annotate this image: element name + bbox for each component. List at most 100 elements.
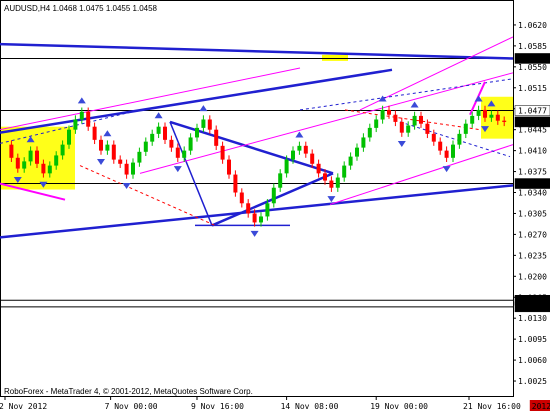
- candle-body-13: [86, 111, 91, 127]
- candle-body-73: [470, 115, 475, 124]
- candle-body-47: [303, 145, 308, 154]
- candle-body-2: [15, 157, 20, 169]
- candle-body-10: [67, 129, 71, 145]
- candle-body-30: [195, 127, 199, 138]
- candle-body-37: [239, 192, 244, 204]
- candle-body-62: [399, 121, 404, 133]
- candle-body-58: [374, 119, 379, 128]
- candle-body-40: [259, 216, 263, 223]
- price-label-2: 1.0458: [518, 118, 547, 127]
- candle-body-46: [297, 145, 302, 151]
- candle-body-54: [348, 156, 353, 166]
- candle-body-56: [361, 137, 366, 148]
- candle-body-29: [188, 137, 193, 151]
- y-tick-label-15: 1.0095: [518, 335, 547, 344]
- candle-body-17: [111, 144, 116, 160]
- candle-body-60: [387, 109, 391, 115]
- price-label-3: 1.0355: [518, 180, 547, 189]
- candle-body-55: [355, 147, 359, 157]
- candle-body-3: [22, 161, 27, 169]
- candle-body-78: [502, 120, 507, 122]
- copyright-footer: RoboForex - MetaTrader 4, © 2001-2012, M…: [4, 387, 253, 396]
- candle-body-49: [316, 163, 321, 174]
- candle-body-7: [47, 165, 52, 174]
- candle-body-33: [214, 129, 219, 146]
- candle-body-32: [207, 119, 212, 130]
- candle-body-18: [118, 159, 123, 164]
- candle-body-77: [495, 114, 500, 121]
- y-tick-label-9: 1.0305: [518, 209, 547, 218]
- x-tick-label-1: 7 Nov 00:00: [105, 402, 158, 411]
- candle-body-71: [457, 133, 462, 145]
- candle-body-43: [278, 173, 283, 188]
- y-tick-label-11: 1.0235: [518, 251, 547, 260]
- y-tick-label-10: 1.0270: [518, 230, 547, 239]
- candle-body-22: [143, 141, 148, 152]
- candle-body-76: [489, 114, 494, 118]
- chart-canvas: AUDUSD,H4 1.0468 1.0475 1.0455 1.0458 1.…: [0, 0, 550, 413]
- x-tick-label-6: 2012.11.27 08:00: [532, 402, 550, 411]
- price-label-1: 1.0477: [518, 107, 547, 116]
- y-tick-label-16: 1.0060: [518, 356, 547, 365]
- candle-body-72: [463, 123, 468, 134]
- y-tick-label-2: 1.0550: [518, 63, 547, 72]
- candle-body-8: [54, 155, 59, 166]
- candle-body-59: [380, 109, 385, 120]
- candle-body-52: [335, 177, 340, 188]
- candle-body-4: [28, 150, 33, 162]
- candle-body-63: [406, 125, 411, 133]
- candle-body-34: [220, 145, 225, 160]
- price-label-5: 1.0149: [518, 303, 547, 312]
- y-tick-label-14: 1.0130: [518, 314, 547, 323]
- candle-body-45: [291, 150, 295, 160]
- y-tick-label-8: 1.0340: [518, 189, 547, 198]
- y-tick-label-7: 1.0375: [518, 168, 547, 177]
- plot-frame: [0, 0, 514, 397]
- candle-body-42: [271, 187, 276, 204]
- y-axis: 1.06201.05851.05501.05151.04801.04451.04…: [513, 21, 550, 386]
- candle-body-15: [99, 139, 103, 151]
- candle-body-44: [284, 159, 289, 174]
- candle-body-28: [182, 150, 187, 158]
- candle-body-68: [438, 141, 443, 151]
- candle-body-23: [150, 133, 155, 142]
- candle-body-21: [137, 151, 142, 163]
- x-tick-label-5: 21 Nov 16:00: [463, 402, 521, 411]
- candle-body-14: [92, 126, 97, 140]
- candle-body-48: [310, 153, 315, 164]
- candle-body-75: [483, 109, 487, 118]
- candle-body-26: [169, 139, 174, 148]
- candle-body-9: [60, 144, 65, 156]
- candle-body-11: [73, 119, 78, 130]
- candle-body-39: [252, 213, 257, 223]
- x-tick-label-3: 14 Nov 08:00: [281, 402, 339, 411]
- candle-body-69: [444, 150, 449, 158]
- candle-body-36: [233, 174, 238, 193]
- target-zone-top: [322, 54, 348, 61]
- candle-body-41: [265, 203, 270, 217]
- candle-body-53: [342, 165, 347, 178]
- candle-body-5: [35, 150, 39, 164]
- candle-body-61: [393, 114, 398, 122]
- candle-body-64: [412, 115, 417, 126]
- candle-body-66: [425, 123, 430, 134]
- candle-body-27: [175, 147, 180, 158]
- y-tick-label-3: 1.0515: [518, 84, 547, 93]
- x-tick-label-0: 2 Nov 2012: [0, 402, 47, 411]
- candle-body-16: [105, 144, 110, 151]
- candle-body-50: [323, 173, 327, 181]
- x-tick-label-4: 19 Nov 00:00: [370, 402, 428, 411]
- candle-body-31: [201, 119, 206, 128]
- candle-body-6: [41, 163, 46, 174]
- y-tick-label-1: 1.0585: [518, 42, 547, 51]
- y-tick-label-6: 1.0410: [518, 147, 547, 156]
- candle-body-57: [367, 127, 372, 138]
- candle-body-70: [451, 144, 455, 158]
- candle-body-20: [131, 162, 135, 175]
- candle-body-1: [9, 144, 14, 158]
- candle-body-38: [246, 203, 251, 214]
- candle-body-12: [79, 111, 84, 120]
- candle-body-25: [163, 126, 167, 140]
- candle-body-35: [227, 159, 231, 175]
- price-label-0: 1.0564: [518, 54, 547, 63]
